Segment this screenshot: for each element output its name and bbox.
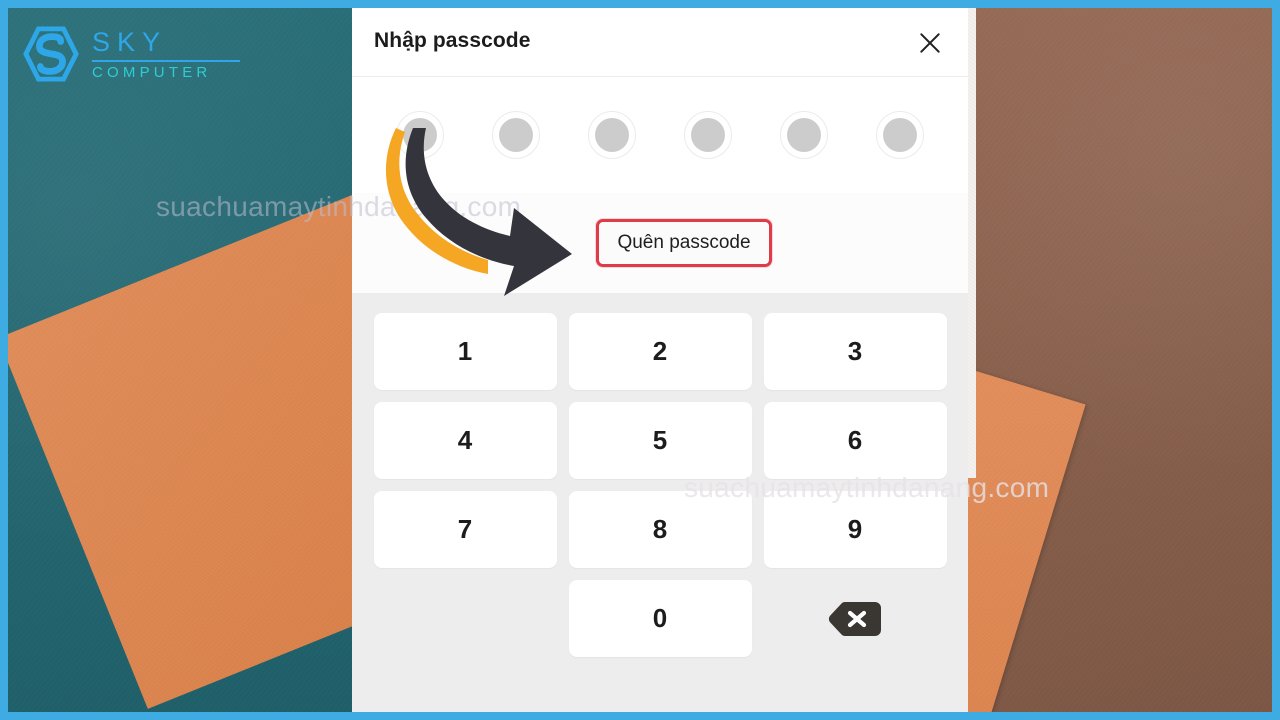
- key-8[interactable]: 8: [568, 491, 752, 568]
- passcode-dot: [492, 111, 540, 159]
- passcode-dot-fill: [691, 118, 725, 152]
- keypad-grid: 1 2 3 4 5 6 7 8 9 0: [373, 313, 947, 657]
- close-icon: [917, 30, 943, 56]
- key-5[interactable]: 5: [568, 402, 752, 479]
- key-3[interactable]: 3: [763, 313, 947, 390]
- dialog-title: Nhập passcode: [374, 29, 531, 52]
- brand-name-primary: SKY: [92, 26, 168, 57]
- passcode-dot: [588, 111, 636, 159]
- wallpaper-right: [960, 8, 1272, 712]
- passcode-dot: [876, 111, 924, 159]
- passcode-dot: [780, 111, 828, 159]
- key-6[interactable]: 6: [763, 402, 947, 479]
- brand-logo: SKY COMPUTER: [22, 22, 240, 86]
- numeric-keypad: 1 2 3 4 5 6 7 8 9 0: [352, 293, 968, 712]
- key-1[interactable]: 1: [373, 313, 557, 390]
- passcode-dot-fill: [595, 118, 629, 152]
- passcode-dot: [684, 111, 732, 159]
- backspace-icon: [827, 599, 883, 639]
- passcode-dot-fill: [499, 118, 533, 152]
- key-2[interactable]: 2: [568, 313, 752, 390]
- brand-logo-divider: [92, 59, 240, 62]
- key-4[interactable]: 4: [373, 402, 557, 479]
- close-button[interactable]: [913, 26, 947, 60]
- forgot-passcode-row: Quên passcode: [352, 193, 968, 293]
- wallpaper-left: [8, 8, 352, 712]
- key-7[interactable]: 7: [373, 491, 557, 568]
- key-0[interactable]: 0: [568, 580, 752, 657]
- brand-name-secondary: COMPUTER: [92, 63, 212, 81]
- passcode-dot: [396, 111, 444, 159]
- passcode-dot-fill: [403, 118, 437, 152]
- forgot-passcode-button[interactable]: Quên passcode: [596, 219, 772, 267]
- passcode-dialog: Nhập passcode Quên passcode 1 2 3 4 5 6 …: [352, 8, 968, 712]
- brand-logo-text: SKY COMPUTER: [90, 26, 240, 81]
- passcode-dot-fill: [883, 118, 917, 152]
- passcode-dots: [352, 77, 968, 193]
- dialog-header: Nhập passcode: [352, 8, 968, 77]
- screenshot-frame: suachuamaytinhdanang.com suachuamaytinhd…: [0, 0, 1280, 720]
- backspace-button[interactable]: [764, 580, 947, 657]
- passcode-dot-fill: [787, 118, 821, 152]
- key-9[interactable]: 9: [763, 491, 947, 568]
- sky-hexagon-s-icon: [22, 25, 80, 83]
